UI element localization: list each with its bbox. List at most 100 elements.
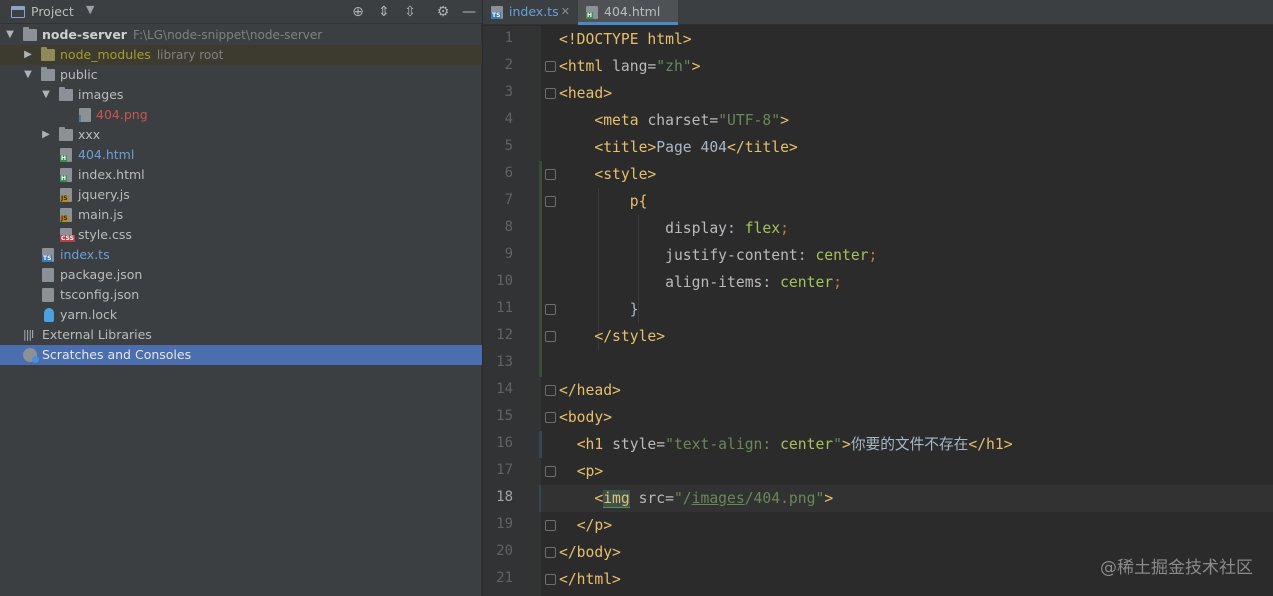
fold-icon[interactable]	[545, 169, 556, 180]
tree-item-index-html[interactable]: H index.html	[0, 165, 482, 185]
fold-icon[interactable]	[545, 196, 556, 207]
fold-icon[interactable]	[545, 412, 556, 423]
line-number-current: 18	[496, 489, 513, 505]
fold-icon[interactable]	[545, 520, 556, 531]
vcs-change-marker	[539, 431, 542, 458]
project-view-title[interactable]: Project	[31, 4, 74, 19]
fold-icon[interactable]	[545, 466, 556, 477]
folder-icon	[59, 127, 73, 141]
vcs-change-marker	[539, 161, 542, 377]
chevron-right-icon[interactable]: ▶	[40, 125, 52, 145]
tree-item-hint: library root	[156, 48, 224, 62]
minimize-icon[interactable]: —	[460, 3, 478, 21]
fold-icon[interactable]	[545, 88, 556, 99]
fold-icon[interactable]	[545, 547, 556, 558]
tree-item-package-json[interactable]: package.json	[0, 265, 482, 285]
html-file-icon: H	[60, 168, 72, 182]
tree-item-404-html[interactable]: H 404.html	[0, 145, 482, 165]
chevron-down-icon[interactable]: ▼	[40, 85, 52, 105]
js-file-icon: JS	[60, 188, 72, 202]
code-line-8: display: flex;	[665, 220, 789, 237]
tree-item-label: xxx	[78, 127, 101, 142]
chevron-down-icon[interactable]: ▼	[4, 25, 16, 45]
gear-icon[interactable]: ⚙	[434, 3, 452, 21]
line-number: 1	[504, 30, 513, 46]
line-number: 13	[496, 354, 513, 370]
js-file-icon: JS	[60, 208, 72, 222]
tree-item-style-css[interactable]: CSS style.css	[0, 225, 482, 245]
tree-item-jquery-js[interactable]: JS jquery.js	[0, 185, 482, 205]
tree-item-node-server[interactable]: ▼ node-server F:\LG\node-snippet\node-ser…	[0, 25, 482, 45]
line-number-gutter: 1 2 3 4 5 6 7 8 9 10 11 12 13 14 15 16 1…	[483, 26, 542, 596]
fold-icon[interactable]	[545, 385, 556, 396]
locate-icon[interactable]: ⊕	[349, 3, 367, 21]
code-line-18: <img src="/images/404.png">	[594, 490, 834, 508]
code-line-7: p{	[629, 193, 648, 210]
project-view-icon	[11, 6, 25, 18]
tree-item-label: node-server	[42, 27, 127, 42]
line-number: 8	[504, 219, 513, 235]
tree-item-tsconfig-json[interactable]: tsconfig.json	[0, 285, 482, 305]
tree-item-yarn-lock[interactable]: yarn.lock	[0, 305, 482, 325]
line-number: 5	[504, 138, 513, 154]
tree-item-images[interactable]: ▼ images	[0, 85, 482, 105]
folder-icon	[41, 47, 55, 61]
tree-item-label: main.js	[78, 207, 124, 222]
code-line-14: </head>	[559, 382, 621, 399]
chevron-down-icon[interactable]: ▼	[22, 65, 34, 85]
tree-item-main-js[interactable]: JS main.js	[0, 205, 482, 225]
tab-label: 404.html	[604, 4, 661, 19]
json-file-icon	[42, 288, 54, 302]
scratches-icon	[23, 348, 39, 363]
library-icon: |||l	[23, 328, 34, 341]
json-file-icon	[42, 268, 54, 282]
tree-item-scratches-and-consoles[interactable]: Scratches and Consoles	[0, 345, 482, 365]
tree-item-xxx[interactable]: ▶ xxx	[0, 125, 482, 145]
fold-icon[interactable]	[545, 331, 556, 342]
tab-label: index.ts	[509, 4, 559, 19]
tree-item-label: index.html	[78, 167, 145, 182]
tree-item-path: F:\LG\node-snippet\node-server	[132, 28, 323, 42]
line-number: 10	[496, 273, 513, 289]
tree-item-external-libraries[interactable]: |||l External Libraries	[0, 325, 482, 345]
yarn-icon	[44, 308, 54, 322]
line-number: 19	[496, 516, 513, 532]
expand-all-icon[interactable]: ⇕	[375, 3, 393, 21]
code-line-5: <title>Page 404</title>	[594, 139, 798, 156]
line-number: 3	[504, 84, 513, 100]
chevron-right-icon[interactable]: ▶	[22, 45, 34, 65]
folder-icon	[23, 27, 37, 41]
tree-item-label: images	[78, 87, 124, 102]
close-icon[interactable]: ✕	[561, 0, 570, 24]
code-line-17: <p>	[576, 463, 604, 480]
code-editor[interactable]: 1 2 3 4 5 6 7 8 9 10 11 12 13 14 15 16 1…	[483, 26, 1273, 596]
tree-item-label: public	[60, 67, 98, 82]
tree-item-node-modules[interactable]: ▶ node_modules library root	[0, 45, 482, 65]
code-line-11: }	[629, 301, 639, 318]
chevron-down-icon[interactable]: ▼	[86, 3, 94, 16]
code-line-19: </p>	[576, 517, 613, 534]
folder-icon	[41, 67, 55, 81]
tree-item-label: style.css	[78, 227, 132, 242]
fold-icon[interactable]	[545, 304, 556, 315]
tree-item-index-ts[interactable]: TS index.ts	[0, 245, 482, 265]
code-line-20: </body>	[559, 544, 621, 561]
project-panel: Project ▼ ⊕ ⇕ ⇳ ⚙ — ▼ node-server F:\LG\n…	[0, 0, 482, 596]
tab-index-ts[interactable]: TS index.ts ✕	[483, 0, 576, 25]
line-number: 9	[504, 246, 513, 262]
tree-item-label: 404.html	[78, 147, 135, 162]
fold-icon[interactable]	[545, 574, 556, 585]
code-line-4: <meta charset="UTF-8">	[594, 112, 789, 129]
fold-icon[interactable]	[545, 61, 556, 72]
tree-item-label: yarn.lock	[60, 307, 118, 322]
tree-item-label: jquery.js	[78, 187, 130, 202]
tree-item-404-png[interactable]: 404.png	[0, 105, 482, 125]
tree-item-public[interactable]: ▼ public	[0, 65, 482, 85]
tab-404-html[interactable]: H 404.html	[578, 0, 678, 25]
project-toolbar: Project ▼ ⊕ ⇕ ⇳ ⚙ —	[0, 0, 482, 24]
css-file-icon: CSS	[60, 228, 75, 242]
html-file-icon: H	[60, 148, 72, 162]
tree-item-label: tsconfig.json	[60, 287, 140, 302]
code-line-2: <html lang="zh">	[559, 58, 701, 75]
collapse-all-icon[interactable]: ⇳	[401, 3, 419, 21]
